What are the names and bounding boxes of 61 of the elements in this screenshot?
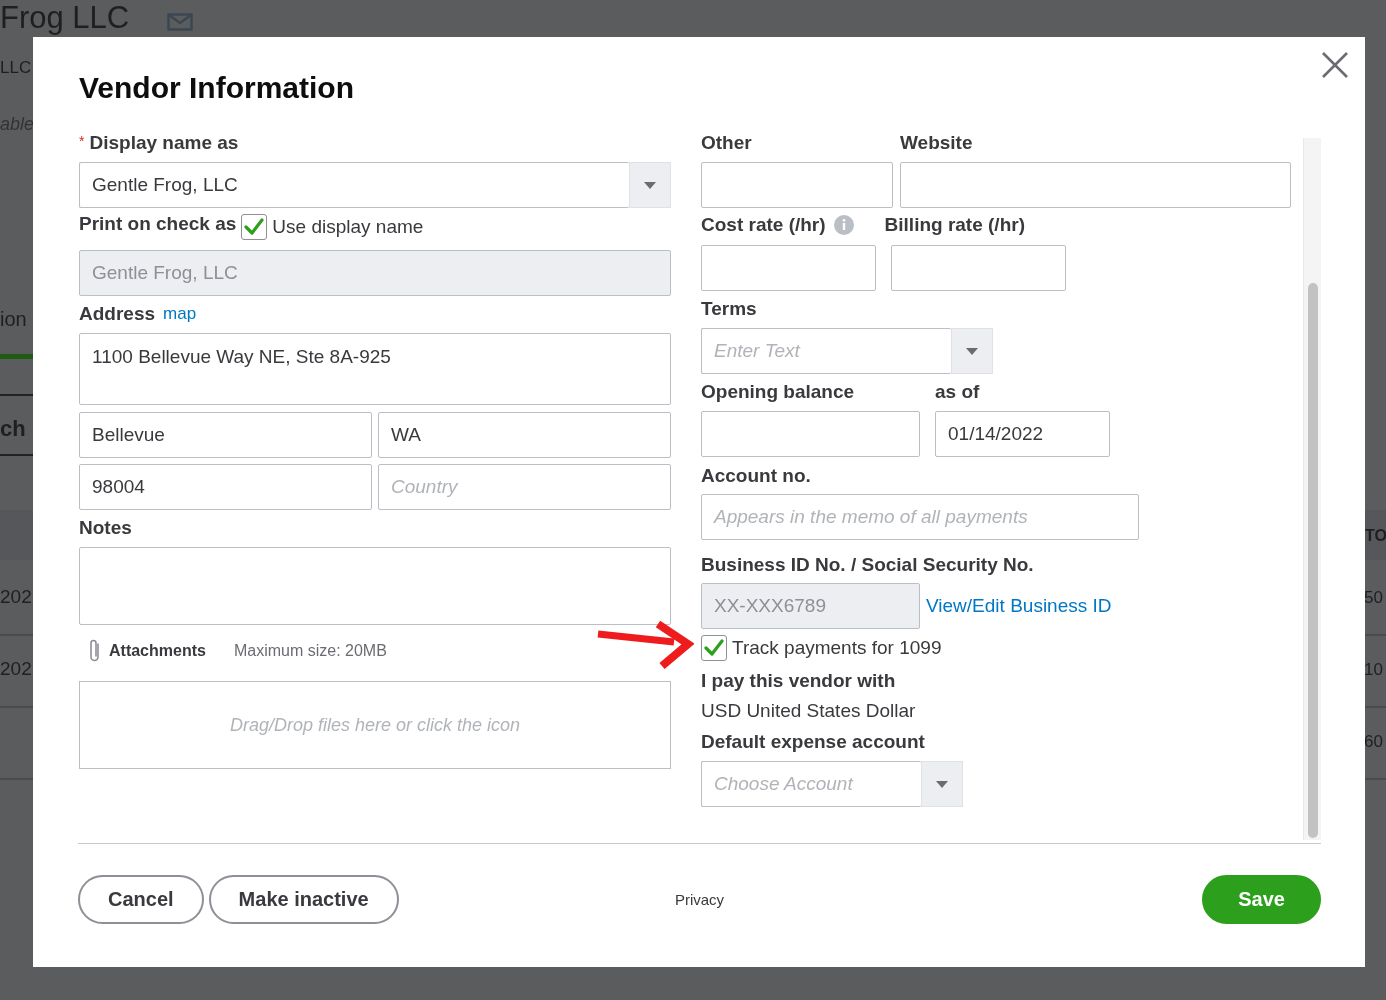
checkbox-label: Use display name bbox=[272, 216, 424, 238]
input-field[interactable] bbox=[891, 245, 1066, 291]
address-field[interactable]: 1100 Bellevue Way NE, Ste 8A-925 bbox=[79, 333, 671, 405]
field-label: Account no. bbox=[701, 466, 811, 486]
currency-value: USD United States Dollar bbox=[701, 701, 917, 721]
field-label: Website bbox=[900, 133, 973, 153]
notes-field[interactable] bbox=[79, 547, 671, 625]
dropdown-button[interactable] bbox=[951, 328, 993, 374]
save-button[interactable]: Save bbox=[1202, 875, 1321, 924]
page-tab[interactable]: ion bbox=[0, 308, 27, 331]
input-field[interactable] bbox=[701, 245, 876, 291]
field-label: Billing rate (/hr) bbox=[884, 215, 1025, 235]
table-cell: 60 bbox=[1364, 732, 1383, 752]
field-label: I pay this vendor with bbox=[701, 671, 896, 691]
field-label: Display name as bbox=[89, 133, 239, 153]
input-field[interactable] bbox=[701, 162, 893, 208]
max-size-text: Maximum size: 20MB bbox=[233, 642, 387, 660]
table-cell: 202 bbox=[0, 586, 32, 608]
checkbox[interactable] bbox=[701, 635, 727, 661]
scrollbar[interactable] bbox=[1303, 138, 1321, 840]
caret-icon bbox=[936, 780, 948, 788]
table-cell: 10 bbox=[1364, 660, 1383, 680]
close-icon[interactable] bbox=[1321, 51, 1349, 79]
input-field[interactable]: Bellevue bbox=[79, 412, 372, 458]
field-label: Business ID No. / Social Security No. bbox=[701, 555, 1034, 575]
caret-icon bbox=[966, 347, 978, 355]
input-field[interactable]: WA bbox=[378, 412, 671, 458]
dialog-title: Vendor Information bbox=[79, 70, 354, 106]
field-label: Cost rate (/hr) bbox=[701, 215, 826, 235]
checkbox-label: Track payments for 1099 bbox=[732, 637, 942, 659]
dialog-button[interactable]: Make inactive bbox=[208, 875, 399, 924]
table-cell: 202 bbox=[0, 658, 32, 680]
privacy-link[interactable]: Privacy bbox=[674, 891, 725, 908]
field-label: Print on check as bbox=[79, 214, 237, 234]
field-label: Address bbox=[79, 304, 156, 324]
field-label: Notes bbox=[79, 518, 132, 538]
required-mark: * bbox=[79, 133, 85, 149]
checkmark-icon bbox=[244, 218, 265, 236]
info-icon[interactable] bbox=[833, 215, 854, 235]
field-label: Terms bbox=[701, 299, 757, 319]
input-field[interactable]: Gentle Frog, LLC bbox=[79, 162, 629, 208]
dropdown-button[interactable] bbox=[629, 162, 671, 208]
envelope-icon[interactable] bbox=[167, 13, 193, 31]
dialog-button[interactable]: Cancel bbox=[78, 875, 204, 924]
input-field[interactable]: 98004 bbox=[79, 464, 372, 510]
page-title: Frog LLC bbox=[0, 1, 130, 35]
page-heading: ch bbox=[0, 416, 26, 442]
input-field[interactable]: 01/14/2022 bbox=[935, 411, 1110, 457]
dropdown-button[interactable] bbox=[921, 761, 963, 807]
field-label: as of bbox=[935, 382, 980, 402]
checkmark-icon bbox=[704, 639, 724, 657]
field-label: Default expense account bbox=[701, 732, 925, 752]
table-cell: 50 bbox=[1364, 588, 1383, 608]
field-label: Other bbox=[701, 133, 753, 153]
input-field[interactable] bbox=[900, 162, 1291, 208]
input-field[interactable] bbox=[701, 411, 920, 457]
attachments-label: Attachments bbox=[109, 642, 206, 660]
caret-icon bbox=[644, 181, 656, 189]
map-link[interactable]: map bbox=[163, 304, 197, 324]
field-label: Opening balance bbox=[701, 382, 856, 402]
page-subtitle: LLC bbox=[0, 58, 32, 78]
